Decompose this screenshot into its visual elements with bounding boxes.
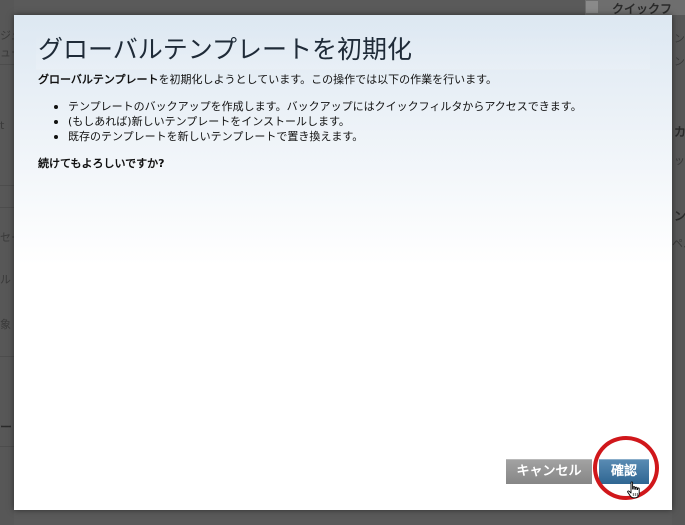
bg-right-column — [672, 0, 685, 525]
bg-fragment-r1: ン — [674, 32, 685, 45]
bg-fragment-3: t — [0, 119, 5, 132]
intro-bold-term: グローバルテンプレート — [38, 73, 159, 86]
dialog-intro: グローバルテンプレートを初期化しようとしています。この操作では以下の作業を行いま… — [38, 73, 648, 87]
bg-divider — [0, 64, 14, 65]
bg-fragment-6: 象 — [0, 318, 11, 331]
bg-divider — [0, 207, 14, 208]
cancel-button[interactable]: キャンセル — [506, 459, 592, 484]
reset-template-dialog: グローバルテンプレートを初期化 グローバルテンプレートを初期化しようとしています… — [14, 15, 672, 510]
bg-divider — [0, 185, 14, 186]
bg-fragment-r4: ッ — [674, 154, 685, 167]
steps-list: テンプレートのバックアップを作成します。バックアップにはクイックフィルタからアク… — [38, 99, 648, 144]
list-item: (もしあれば)新しいテンプレートをインストールします。 — [54, 114, 648, 129]
list-item: 既存のテンプレートを新しいテンプレートで置き換えます。 — [54, 129, 648, 144]
bg-fragment-r3: カ — [674, 125, 685, 139]
hand-pointer-icon — [627, 481, 640, 499]
dialog-body: グローバルテンプレートを初期化しようとしています。この操作では以下の作業を行いま… — [38, 73, 648, 171]
intro-text: を初期化しようとしています。この操作では以下の作業を行います。 — [158, 73, 498, 86]
bg-quickfilter-icon — [586, 1, 598, 13]
dialog-title: グローバルテンプレートを初期化 — [36, 31, 650, 70]
bg-divider — [0, 356, 14, 357]
bg-fragment-r2: ン — [674, 55, 685, 68]
bg-divider — [0, 446, 14, 447]
list-item: テンプレートのバックアップを作成します。バックアップにはクイックフィルタからアク… — [54, 99, 648, 114]
bg-fragment-r5: ン — [674, 209, 685, 223]
confirmation-question: 続けてもよろしいですか? — [38, 157, 165, 170]
bg-fragment-r6: ペル — [672, 237, 685, 250]
